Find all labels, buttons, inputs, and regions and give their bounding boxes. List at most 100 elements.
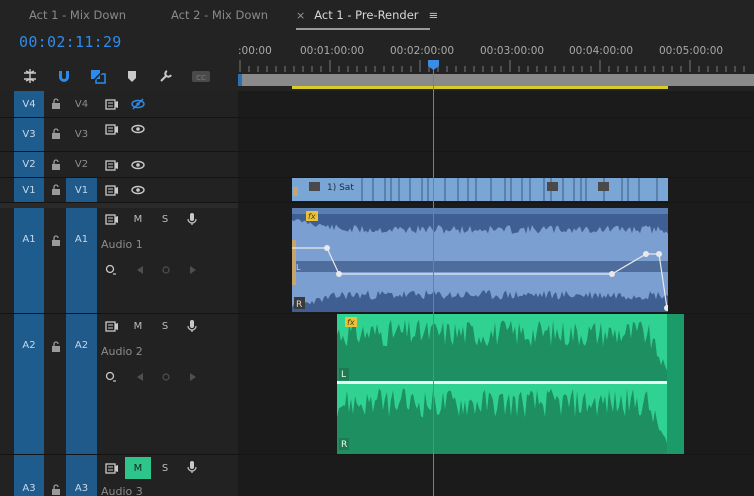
source-patch-a3[interactable]: A3 [14, 455, 44, 496]
target-patch-a2[interactable]: A2 [66, 314, 97, 454]
mute-button[interactable]: M [131, 213, 145, 225]
work-area-bar[interactable] [238, 74, 754, 86]
keyframe-toggle-icon[interactable] [104, 371, 118, 383]
playhead-line[interactable] [433, 62, 434, 496]
source-patch-a1[interactable]: A1 [14, 208, 44, 313]
target-patch-v3[interactable]: V3 [66, 118, 97, 151]
add-keyframe-icon[interactable] [159, 371, 173, 383]
target-patch-v2[interactable]: V2 [66, 152, 97, 177]
svg-text:fx: fx [308, 212, 316, 221]
premiere-timeline-panel: Act 1 - Mix Down Act 2 - Mix Down × Act 1… [0, 0, 754, 496]
render-status-bar [292, 86, 668, 89]
eye-icon[interactable] [131, 123, 145, 135]
lock-icon[interactable] [50, 235, 62, 247]
lane-v2[interactable] [238, 152, 754, 178]
insert-tool-icon[interactable] [22, 68, 38, 84]
track-header-v3: V3 V3 [0, 118, 238, 152]
playhead-timecode[interactable]: 00:02:11:29 [19, 33, 122, 51]
ruler-start-marker [238, 74, 242, 86]
ruler-label-1: 00:01:00:00 [300, 45, 365, 57]
voiceover-record-icon[interactable] [185, 319, 199, 333]
close-tab-icon[interactable]: × [296, 9, 305, 22]
solo-button[interactable]: S [158, 462, 172, 474]
lock-icon[interactable] [50, 341, 62, 353]
timeline-header: 00:02:11:29 CC :00:00 00:01:00:00 00:02:… [0, 30, 754, 91]
target-patch-a1[interactable]: A1 [66, 208, 97, 313]
channel-l-label: L [341, 370, 346, 380]
tab-label: Act 1 - Pre-Render [314, 8, 419, 22]
target-patch-v1[interactable]: V1 [66, 178, 97, 202]
tab-act1-prerender[interactable]: × Act 1 - Pre-Render ≡ [296, 0, 438, 30]
track-name-a2[interactable]: Audio 2 [101, 345, 143, 358]
lock-icon[interactable] [50, 159, 62, 171]
source-patch-v4[interactable]: V4 [14, 91, 44, 117]
target-patch-v4[interactable]: V4 [66, 91, 97, 117]
track-header-a1: A1 A1 M S Audio 1 [0, 208, 238, 314]
previous-keyframe-icon[interactable] [133, 371, 147, 383]
tab-act2-mixdown[interactable]: Act 2 - Mix Down [171, 0, 268, 30]
sync-lock-icon[interactable] [105, 123, 119, 135]
track-header-v4: V4 V4 [0, 91, 238, 118]
source-patch-v3[interactable]: V3 [14, 118, 44, 151]
lock-icon[interactable] [50, 184, 62, 196]
solo-button[interactable]: S [158, 320, 172, 332]
ruler-label-4: 00:04:00:00 [569, 45, 634, 57]
sync-lock-icon[interactable] [105, 462, 119, 474]
eye-icon[interactable] [131, 184, 145, 196]
lock-icon[interactable] [50, 98, 62, 110]
timeline-tracks-area[interactable]: 1) Sat fx R L fx L R [238, 91, 754, 496]
voiceover-record-icon[interactable] [185, 212, 199, 226]
source-patch-v1[interactable]: V1 [14, 178, 44, 202]
ruler-label-3: 00:03:00:00 [480, 45, 545, 57]
time-ruler-ticks[interactable] [238, 60, 754, 72]
magnet-snap-icon[interactable] [56, 68, 72, 84]
sync-lock-icon[interactable] [105, 159, 119, 171]
lane-v3[interactable] [238, 118, 754, 152]
video-clip-label: 1) Sat [327, 183, 354, 193]
mute-button[interactable]: M [131, 320, 145, 332]
ruler-label-5: 00:05:00:00 [659, 45, 724, 57]
ruler-label-2: 00:02:00:00 [390, 45, 455, 57]
lane-a3[interactable] [238, 455, 754, 496]
lock-icon[interactable] [50, 484, 62, 496]
sequence-tab-bar: Act 1 - Mix Down Act 2 - Mix Down × Act 1… [0, 0, 754, 30]
marker-icon[interactable] [124, 68, 140, 84]
sync-lock-icon[interactable] [105, 320, 119, 332]
lane-v4[interactable] [238, 91, 754, 118]
sync-lock-icon[interactable] [105, 213, 119, 225]
track-header-a3: A3 A3 M S Audio 3 [0, 455, 238, 496]
add-keyframe-icon[interactable] [159, 264, 173, 276]
wrench-settings-icon[interactable] [158, 68, 174, 84]
sync-lock-icon[interactable] [105, 184, 119, 196]
ruler-label-0: :00:00 [238, 45, 272, 57]
next-keyframe-icon[interactable] [186, 264, 200, 276]
next-keyframe-icon[interactable] [186, 371, 200, 383]
track-header-v1: V1 V1 [0, 178, 238, 203]
lock-icon[interactable] [50, 128, 62, 140]
track-name-a3[interactable]: Audio 3 [101, 485, 143, 496]
previous-keyframe-icon[interactable] [133, 264, 147, 276]
video-clip-v1[interactable]: 1) Sat [292, 178, 668, 201]
channel-l-label: L [296, 263, 301, 272]
source-patch-a2[interactable]: A2 [14, 314, 44, 454]
eye-icon[interactable] [131, 159, 145, 171]
mute-button-active[interactable]: M [125, 457, 151, 479]
eye-hidden-icon[interactable] [131, 98, 145, 110]
sync-lock-icon[interactable] [105, 98, 119, 110]
audio-clip-a2[interactable]: fx L R [337, 314, 684, 454]
captions-icon[interactable]: CC [191, 68, 211, 84]
channel-r-label: R [341, 440, 347, 450]
source-patch-v2[interactable]: V2 [14, 152, 44, 177]
solo-button[interactable]: S [158, 213, 172, 225]
track-header-a2: A2 A2 M S Audio 2 [0, 314, 238, 455]
tab-act1-mixdown[interactable]: Act 1 - Mix Down [29, 0, 126, 30]
target-patch-a3[interactable]: A3 [66, 455, 97, 496]
panel-menu-icon[interactable]: ≡ [429, 8, 439, 22]
linked-selection-icon[interactable] [90, 68, 106, 84]
track-header-v2: V2 V2 [0, 152, 238, 178]
keyframe-toggle-icon[interactable] [104, 264, 118, 276]
voiceover-record-icon[interactable] [185, 460, 199, 474]
channel-r-label: R [296, 300, 302, 310]
track-name-a1[interactable]: Audio 1 [101, 238, 143, 251]
audio-clip-a1[interactable]: fx R L [292, 208, 668, 312]
